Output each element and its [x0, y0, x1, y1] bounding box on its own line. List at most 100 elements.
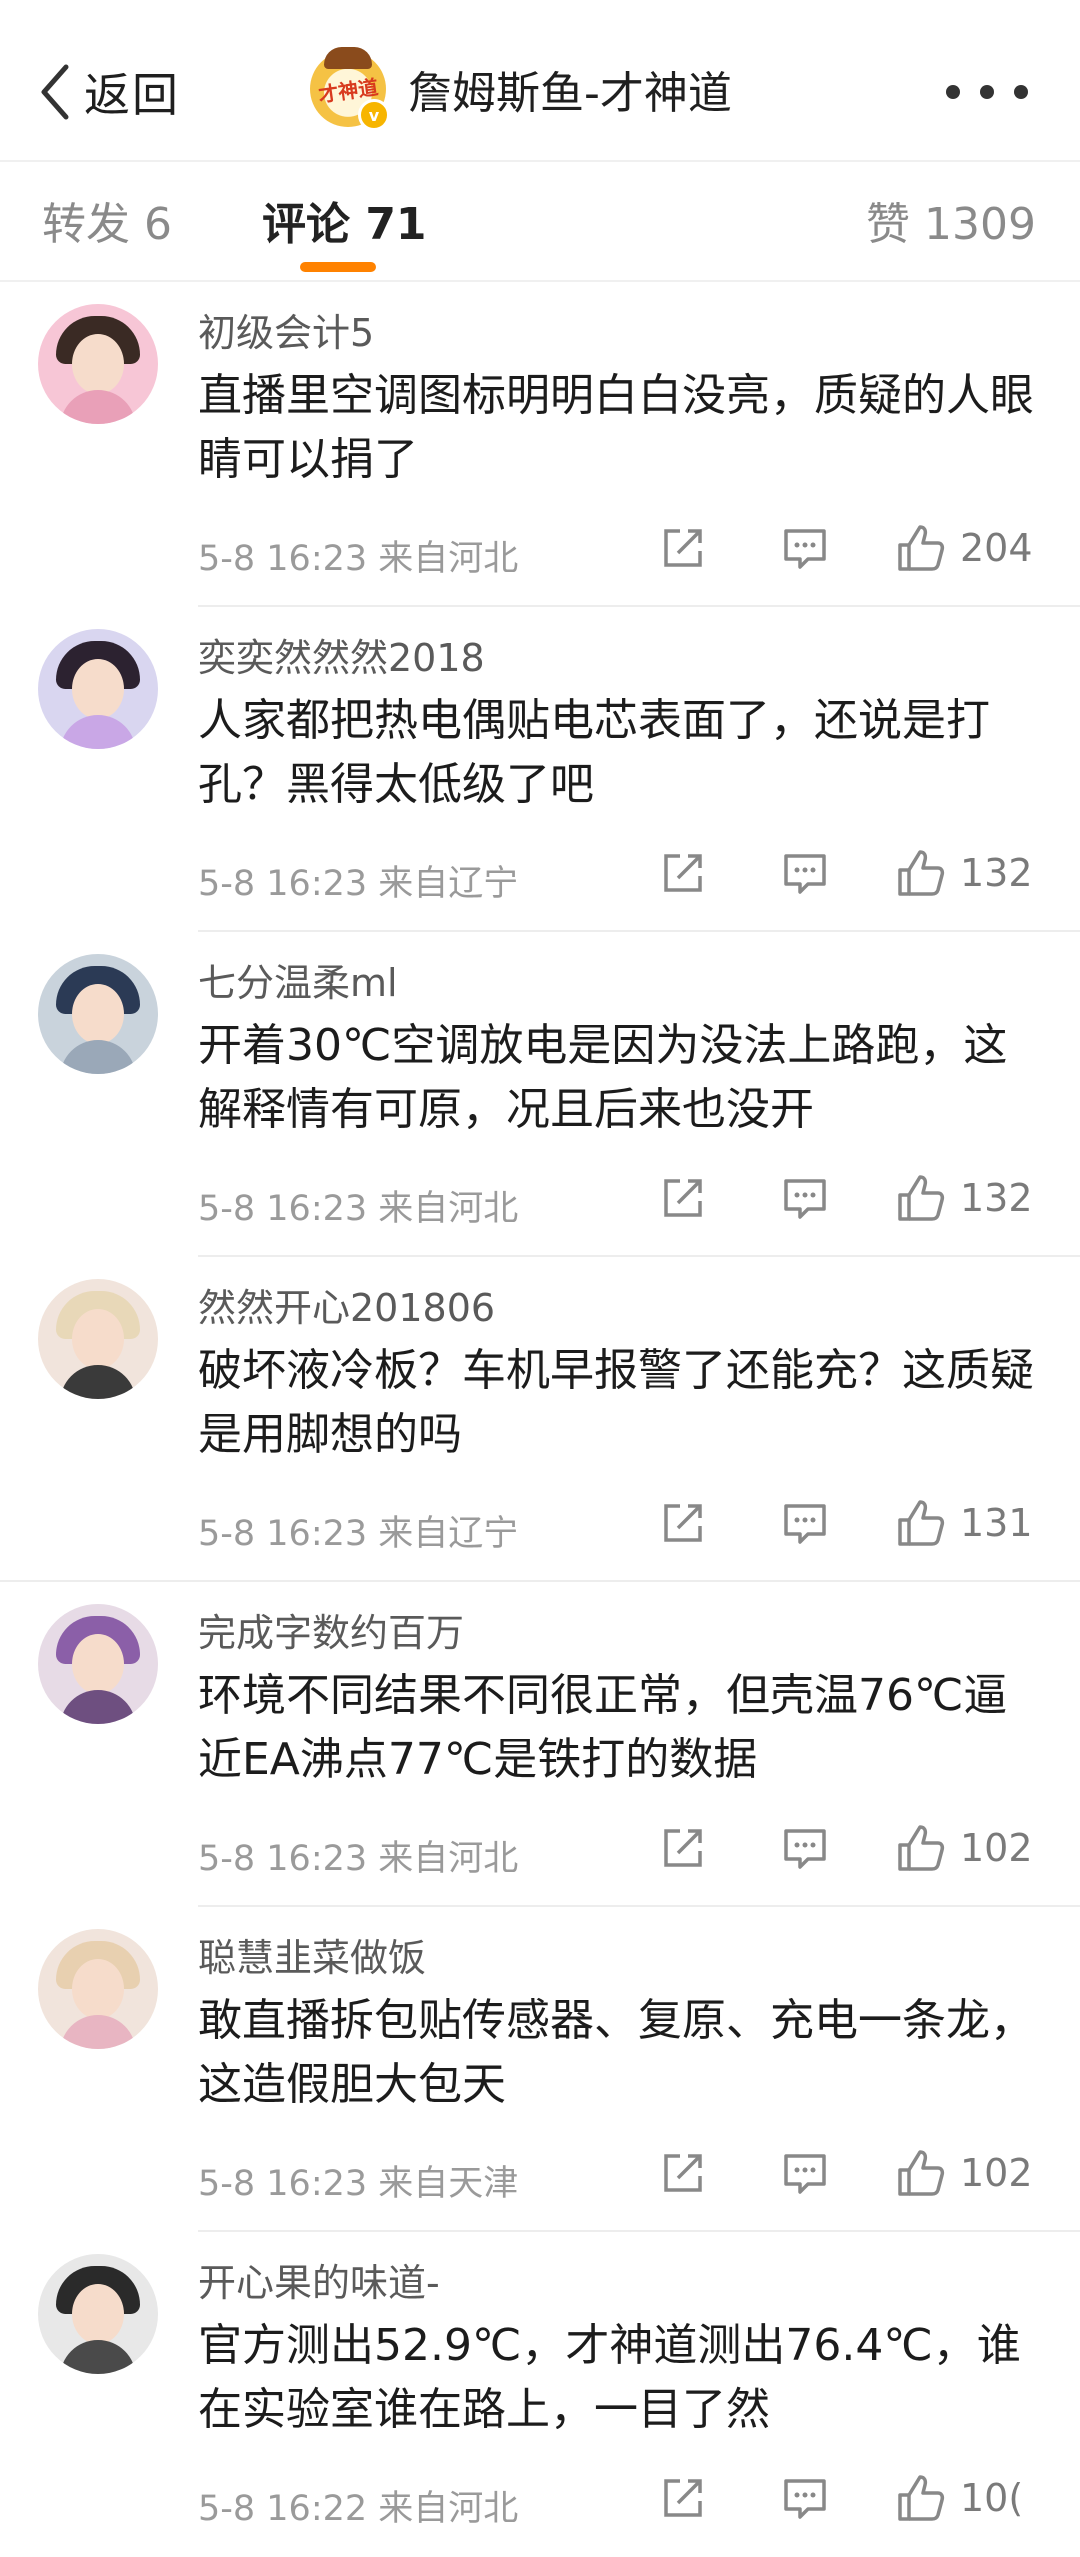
reply-button[interactable]: [782, 1818, 828, 1878]
comment-text: 开着30℃空调放电是因为没法上路跑，这解释情有可原，况且后来也没开: [198, 1020, 1008, 1135]
dot-icon: [980, 85, 994, 99]
comment-text: 环境不同结果不同很正常，但壳温76℃逼近EA沸点77℃是铁打的数据: [198, 1670, 1008, 1785]
comment-icon: [784, 529, 826, 569]
thumbs-up-icon: [898, 525, 945, 571]
share-button[interactable]: [660, 1818, 706, 1878]
comment-text: 敢直播拆包贴传感器、复原、充电一条龙，这造假胆大包天: [198, 1995, 1034, 2110]
comment-text: 人家都把热电偶贴电芯表面了，还说是打孔？黑得太低级了吧: [198, 695, 990, 810]
like-button[interactable]: 132: [896, 1168, 1033, 1228]
share-button[interactable]: [660, 1168, 706, 1228]
verified-badge-icon: v: [358, 99, 390, 131]
share-icon: [664, 2154, 702, 2192]
comment-meta: 5-8 16:22 来自河北: [198, 2489, 519, 2529]
back-label: 返回: [84, 68, 180, 122]
comment-meta: 5-8 16:23 来自河北: [198, 1189, 519, 1229]
comment-icon: [784, 854, 826, 894]
thumbs-up-icon: [898, 2475, 945, 2521]
like-count: 132: [960, 851, 1033, 895]
like-count: 204: [960, 526, 1033, 570]
share-icon: [664, 1179, 702, 1217]
like-button[interactable]: 204: [896, 518, 1033, 578]
comment-item: 初级会计5 直播里空调图标明明白白没亮，质疑的人眼睛可以捐了 5-8 16:23…: [0, 282, 1080, 607]
share-icon: [664, 529, 702, 567]
page-title: 詹姆斯鱼-才神道: [408, 68, 732, 119]
like-count: 10(: [960, 2476, 1024, 2520]
share-icon: [664, 1829, 702, 1867]
thumbs-up-icon: [898, 1175, 945, 1221]
comment-text: 官方测出52.9℃，才神道测出76.4℃，谁在实验室谁在路上，一目了然: [198, 2320, 1021, 2435]
tab-bar: 转发 6 评论 71 赞 1309: [0, 162, 1080, 282]
comment-meta: 5-8 16:23 来自辽宁: [198, 1514, 519, 1554]
share-button[interactable]: [660, 1493, 706, 1553]
like-count: 132: [960, 1176, 1033, 1220]
comment-item: 完成字数约百万 环境不同结果不同很正常，但壳温76℃逼近EA沸点77℃是铁打的数…: [0, 1582, 1080, 1907]
tab-comments[interactable]: 评论 71: [262, 188, 427, 252]
share-button[interactable]: [660, 518, 706, 578]
comment-icon: [784, 1179, 826, 1219]
comment-username[interactable]: 开心果的味道-: [198, 2252, 440, 2307]
like-button[interactable]: 102: [896, 2143, 1033, 2203]
comment-item: 开心果的味道- 官方测出52.9℃，才神道测出76.4℃，谁在实验室谁在路上，一…: [0, 2232, 1080, 2557]
avatar[interactable]: [38, 954, 158, 1074]
comment-meta: 5-8 16:23 来自河北: [198, 539, 519, 579]
comment-item: 七分温柔ml 开着30℃空调放电是因为没法上路跑，这解释情有可原，况且后来也没开…: [0, 932, 1080, 1257]
avatar[interactable]: [38, 1604, 158, 1724]
reply-button[interactable]: [782, 2468, 828, 2528]
comment-meta: 5-8 16:23 来自河北: [198, 1839, 519, 1879]
reply-button[interactable]: [782, 518, 828, 578]
comment-icon: [784, 1829, 826, 1869]
dot-icon: [946, 85, 960, 99]
account-title[interactable]: 才神道 v 詹姆斯鱼-才神道: [310, 34, 732, 144]
share-icon: [664, 1504, 702, 1542]
comment-meta: 5-8 16:23 来自辽宁: [198, 864, 519, 904]
logo-monkey-head: [324, 47, 372, 69]
comment-username[interactable]: 七分温柔ml: [198, 952, 398, 1007]
tab-likes[interactable]: 赞 1309: [866, 188, 1036, 252]
like-count: 102: [960, 2151, 1033, 2195]
comment-icon: [784, 2154, 826, 2194]
comment-username[interactable]: 完成字数约百万: [198, 1602, 464, 1657]
share-button[interactable]: [660, 843, 706, 903]
like-button[interactable]: 132: [896, 843, 1033, 903]
reply-button[interactable]: [782, 1168, 828, 1228]
avatar[interactable]: [38, 629, 158, 749]
thumbs-up-icon: [898, 2150, 945, 2196]
comment-text: 破坏液冷板？车机早报警了还能充？这质疑是用脚想的吗: [198, 1345, 1034, 1460]
avatar[interactable]: [38, 2254, 158, 2374]
like-count: 131: [960, 1501, 1033, 1545]
avatar[interactable]: [38, 1279, 158, 1399]
comment-username[interactable]: 初级会计5: [198, 302, 374, 357]
avatar[interactable]: [38, 304, 158, 424]
like-button[interactable]: 10(: [896, 2468, 1023, 2528]
comment-icon: [784, 2479, 826, 2519]
comment-icon: [784, 1504, 826, 1544]
like-button[interactable]: 102: [896, 1818, 1033, 1878]
comment-username[interactable]: 聪慧韭菜做饭: [198, 1927, 426, 1982]
reply-button[interactable]: [782, 2143, 828, 2203]
like-button[interactable]: 131: [896, 1493, 1033, 1553]
avatar[interactable]: [38, 1929, 158, 2049]
more-options-button[interactable]: [946, 82, 1028, 102]
active-tab-indicator: [300, 262, 376, 272]
thumbs-up-icon: [898, 850, 945, 896]
share-button[interactable]: [660, 2468, 706, 2528]
comment-item: 然然开心201806 破坏液冷板？车机早报警了还能充？这质疑是用脚想的吗 5-8…: [0, 1257, 1080, 1582]
share-button[interactable]: [660, 2143, 706, 2203]
account-logo: 才神道 v: [310, 47, 390, 131]
reply-button[interactable]: [782, 843, 828, 903]
like-count: 102: [960, 1826, 1033, 1870]
comment-username[interactable]: 奕奕然然然2018: [198, 627, 485, 682]
comment-list: 初级会计5 直播里空调图标明明白白没亮，质疑的人眼睛可以捐了 5-8 16:23…: [0, 282, 1080, 2557]
comment-item: 奕奕然然然2018 人家都把热电偶贴电芯表面了，还说是打孔？黑得太低级了吧 5-…: [0, 607, 1080, 932]
reply-button[interactable]: [782, 1493, 828, 1553]
comment-item: 聪慧韭菜做饭 敢直播拆包贴传感器、复原、充电一条龙，这造假胆大包天 5-8 16…: [0, 1907, 1080, 2232]
share-icon: [664, 2479, 702, 2517]
thumbs-up-icon: [898, 1825, 945, 1871]
tab-reposts[interactable]: 转发 6: [42, 188, 172, 252]
share-icon: [664, 854, 702, 892]
chevron-left-icon: [41, 64, 69, 120]
top-nav-bar: 返回 才神道 v 詹姆斯鱼-才神道: [0, 0, 1080, 162]
back-button[interactable]: 返回: [36, 52, 180, 132]
comment-text: 直播里空调图标明明白白没亮，质疑的人眼睛可以捐了: [198, 370, 1034, 485]
comment-username[interactable]: 然然开心201806: [198, 1277, 495, 1332]
